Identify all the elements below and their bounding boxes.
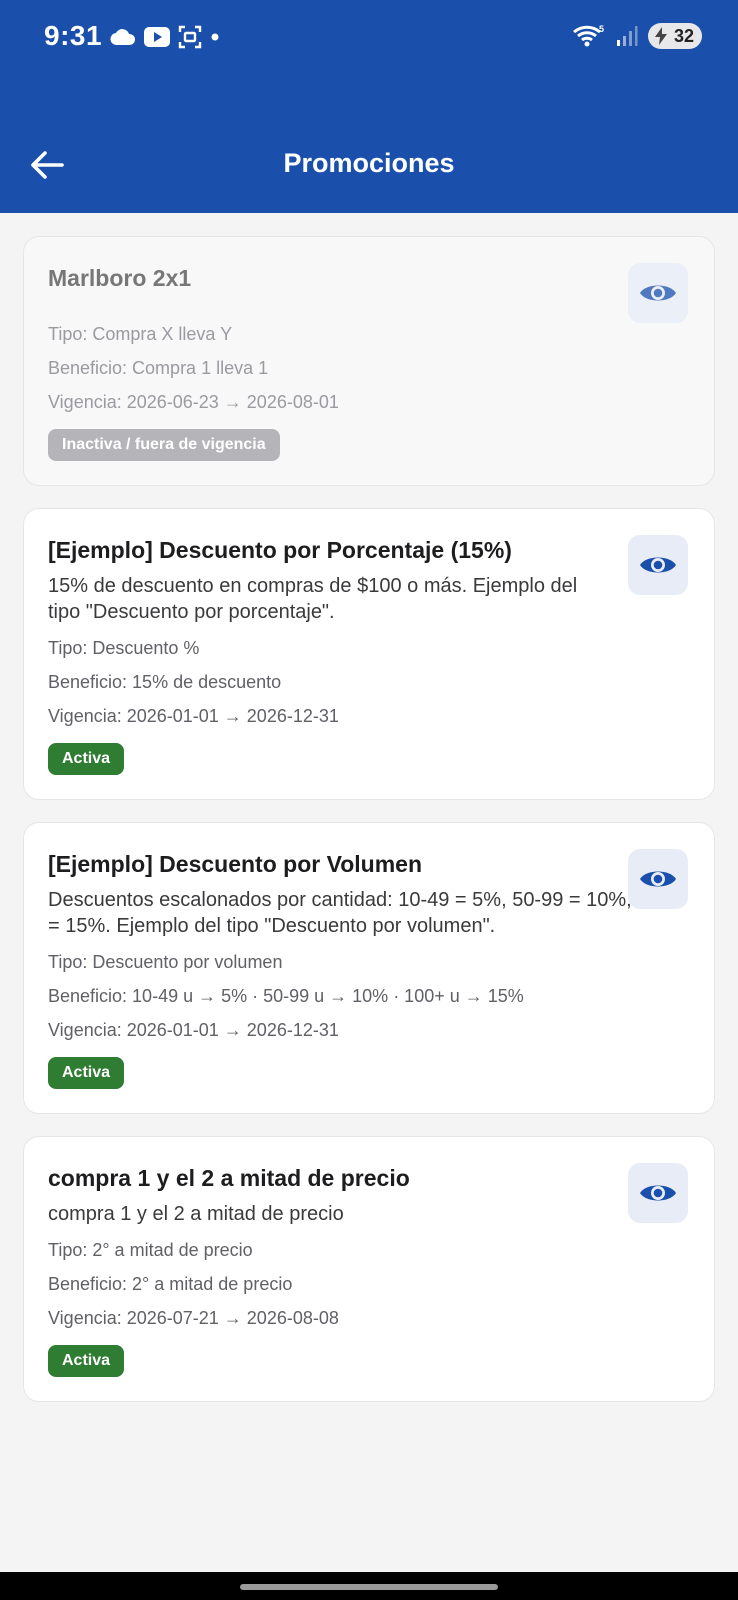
screenshot-icon <box>178 25 202 49</box>
battery-level: 32 <box>673 25 694 46</box>
status-badge: Activa <box>48 743 125 775</box>
promotion-validity: Vigencia: 2026-07-21 → 2026-08-08 <box>48 1308 339 1328</box>
eye-icon <box>640 1185 676 1201</box>
promotion-type: Tipo: Descuento por volumen <box>48 952 283 972</box>
signal-icon <box>617 26 638 46</box>
promotion-validity: Vigencia: 2026-01-01 → 2026-12-31 <box>48 1020 339 1040</box>
eye-icon <box>640 285 676 301</box>
promotion-title: [Ejemplo] Descuento por Volumen <box>48 851 422 877</box>
promotion-card: [Ejemplo] Descuento por Volumen Descuent… <box>23 822 715 1114</box>
app-header: 9:31 5 32 Promociones <box>0 0 738 213</box>
promotion-description: compra 1 y el 2 a mitad de precio <box>48 1203 344 1225</box>
wifi-icon: 5 <box>573 24 604 47</box>
promotion-validity: Vigencia: 2026-01-01 → 2026-12-31 <box>48 706 339 726</box>
status-icons-right: 5 32 <box>572 23 702 49</box>
promotion-benefit: Beneficio: 15% de descuento <box>48 672 282 692</box>
status-bar: 9:31 5 32 <box>0 0 738 78</box>
view-promotion-button[interactable] <box>628 1163 688 1223</box>
promotion-type: Tipo: Descuento % <box>48 638 200 658</box>
promotion-benefit: Beneficio: 2° a mitad de precio <box>48 1274 293 1294</box>
promotion-card: Marlboro 2x1 Tipo: Compra X lleva Y Bene… <box>23 236 715 486</box>
promotion-benefit: Beneficio: Compra 1 lleva 1 <box>48 358 269 378</box>
status-badge: Activa <box>48 1345 125 1377</box>
promotion-validity: Vigencia: 2026-06-23 → 2026-08-01 <box>48 392 339 412</box>
eye-icon <box>640 557 676 573</box>
page-title: Promociones <box>283 148 455 178</box>
cloud-icon <box>110 29 136 46</box>
promotion-title: [Ejemplo] Descuento por Porcentaje (15%) <box>48 537 512 563</box>
promotion-type: Tipo: Compra X lleva Y <box>48 324 233 344</box>
promotion-title: Marlboro 2x1 <box>48 265 192 291</box>
svg-text:5: 5 <box>599 24 604 34</box>
promotion-benefit: Beneficio: 10-49 u → 5% · 50-99 u → 10% … <box>48 986 524 1006</box>
status-badge: Activa <box>48 1057 125 1089</box>
app-bar: Promociones <box>0 130 738 202</box>
view-promotion-button[interactable] <box>628 263 688 323</box>
view-promotion-button[interactable] <box>628 849 688 909</box>
promotion-description: Descuentos escalonados por cantidad: 10-… <box>48 889 683 937</box>
promotion-description: 15% de descuento en compras de $100 o má… <box>48 575 578 623</box>
youtube-icon <box>144 27 170 47</box>
status-badge: Inactiva / fuera de vigencia <box>48 429 280 461</box>
promotion-title: compra 1 y el 2 a mitad de precio <box>48 1165 410 1191</box>
status-icons-left <box>110 25 220 49</box>
promotion-type: Tipo: 2° a mitad de precio <box>48 1240 253 1260</box>
promotions-list: Marlboro 2x1 Tipo: Compra X lleva Y Bene… <box>23 236 715 1424</box>
system-navigation-bar <box>0 1572 738 1600</box>
eye-icon <box>640 871 676 887</box>
dot-icon <box>211 33 219 41</box>
view-promotion-button[interactable] <box>628 535 688 595</box>
battery-charging-icon <box>655 27 667 45</box>
status-time: 9:31 <box>44 20 103 51</box>
promotion-card: [Ejemplo] Descuento por Porcentaje (15%)… <box>23 508 715 800</box>
promotion-card: compra 1 y el 2 a mitad de precio compra… <box>23 1136 715 1402</box>
home-gesture-handle[interactable] <box>240 1584 498 1590</box>
battery-icon: 32 <box>648 23 702 49</box>
